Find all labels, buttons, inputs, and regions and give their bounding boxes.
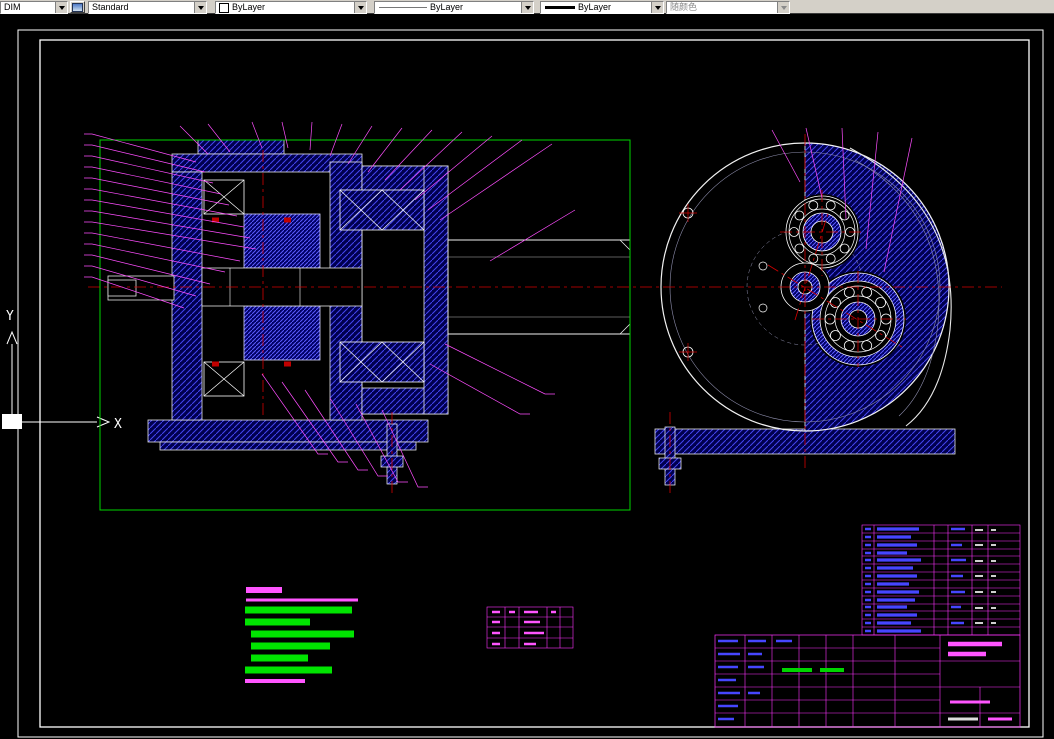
color-swatch-icon	[219, 2, 229, 13]
chevron-down-icon	[58, 5, 65, 10]
color-value: ByLayer	[232, 2, 266, 12]
text-style-value: Standard	[92, 2, 129, 12]
lineweight-value: ByLayer	[578, 2, 612, 12]
ucs-icon: Y X	[2, 309, 122, 432]
chevron-down-icon	[197, 5, 204, 10]
style-dialog-icon	[72, 3, 83, 12]
linetype-preview-icon	[379, 7, 427, 8]
ucs-y-label: Y	[6, 309, 14, 324]
lineweight-dropdown-button[interactable]	[651, 2, 663, 13]
linetype-value: ByLayer	[430, 2, 464, 12]
dim-style-combo[interactable]: DIM	[0, 1, 68, 14]
text-style-dropdown-button[interactable]	[194, 2, 206, 13]
chevron-down-icon	[524, 5, 531, 10]
color-combo[interactable]: ByLayer	[215, 1, 367, 14]
cad-drawing: Y X	[2, 29, 1044, 738]
plot-style-combo: 随颜色	[666, 1, 790, 14]
top-toolbar: DIM Standard ByLayer ByLayer ByLayer 随颜色	[0, 0, 1054, 14]
plot-style-value: 随颜色	[670, 2, 698, 12]
mini-table	[486, 606, 574, 649]
style-manager-button[interactable]	[70, 1, 85, 13]
dim-style-dropdown-button[interactable]	[55, 2, 67, 13]
drawing-canvas[interactable]: Y X	[0, 14, 1054, 739]
front-section-view	[107, 139, 631, 485]
lineweight-preview-icon	[545, 6, 575, 9]
plot-style-dropdown-button	[777, 2, 789, 13]
dim-style-value: DIM	[4, 2, 21, 12]
title-block	[714, 634, 1021, 728]
chevron-down-icon	[357, 5, 364, 10]
text-style-combo[interactable]: Standard	[88, 1, 207, 14]
color-dropdown-button[interactable]	[354, 2, 366, 13]
parts-list-table	[861, 524, 1021, 636]
linetype-combo[interactable]: ByLayer	[374, 1, 534, 14]
linetype-dropdown-button[interactable]	[521, 2, 533, 13]
lineweight-combo[interactable]: ByLayer	[540, 1, 664, 14]
technical-notes	[245, 587, 358, 683]
ucs-x-label: X	[114, 417, 122, 432]
chevron-down-icon	[654, 5, 661, 10]
chevron-down-icon	[780, 5, 787, 10]
